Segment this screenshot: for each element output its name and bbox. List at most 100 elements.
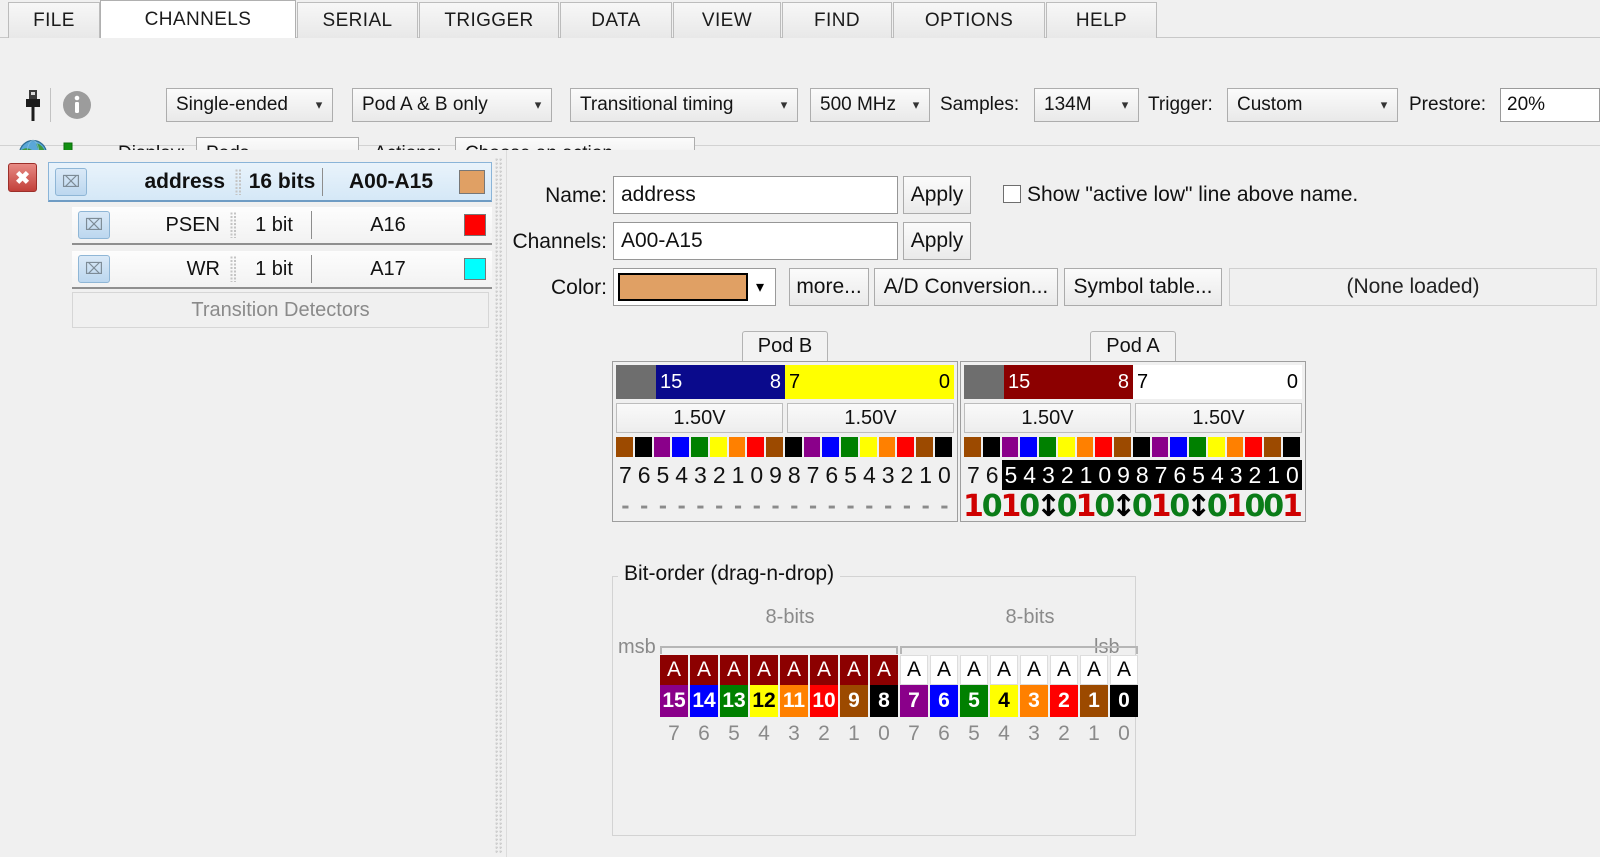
pod-channel-color-swatch[interactable]: [841, 437, 858, 457]
pod-channel-color-swatch[interactable]: [1114, 437, 1131, 457]
channel-color-swatch[interactable]: [464, 258, 486, 280]
bit-order-cell[interactable]: A 10: [810, 655, 838, 717]
bit-order-cell[interactable]: A2: [1050, 655, 1078, 717]
tab-channels[interactable]: CHANNELS: [100, 0, 296, 38]
pod-channel-color-swatch[interactable]: [859, 437, 877, 457]
tab-serial[interactable]: SERIAL: [297, 2, 418, 38]
drag-grip-icon[interactable]: [235, 168, 242, 195]
bit-order-cell[interactable]: A 11: [780, 655, 808, 717]
pods-select[interactable]: Pod A & B only ▾: [352, 88, 552, 122]
bit-order-cell[interactable]: A 14: [690, 655, 718, 717]
channel-row-wr[interactable]: ⌧ WR 1 bit A17: [72, 251, 492, 289]
tab-file[interactable]: FILE: [8, 2, 100, 38]
pod-segment-high-pod-a[interactable]: 15 8: [1004, 365, 1133, 399]
bit-order-cell[interactable]: A8: [870, 655, 898, 717]
pod-voltage-low-pod-a[interactable]: 1.50V: [1135, 403, 1302, 433]
bit-order-cell[interactable]: A0: [1110, 655, 1138, 717]
tab-help[interactable]: HELP: [1046, 2, 1157, 38]
sample-rate-select[interactable]: 500 MHz ▾: [810, 88, 930, 122]
transition-detectors-row[interactable]: Transition Detectors: [72, 292, 489, 328]
channel-color-swatch[interactable]: [459, 169, 485, 194]
tab-view[interactable]: VIEW: [673, 2, 781, 38]
pod-channel-color-swatch[interactable]: [1189, 437, 1206, 457]
pod-channel-color-swatch[interactable]: [1170, 437, 1188, 457]
close-icon[interactable]: ✖: [8, 163, 37, 192]
pod-channel-color-swatch[interactable]: [672, 437, 690, 457]
pod-channel-color-swatch[interactable]: [709, 437, 727, 457]
usb-icon[interactable]: [22, 89, 44, 128]
bit-order-cell[interactable]: A4: [990, 655, 1018, 717]
drag-grip-icon[interactable]: [230, 256, 237, 282]
pod-channel-color-swatch[interactable]: [616, 437, 633, 457]
pod-channel-color-swatch[interactable]: [878, 437, 896, 457]
tab-options[interactable]: OPTIONS: [893, 2, 1045, 38]
panel-splitter[interactable]: [492, 150, 506, 857]
channels-apply-button[interactable]: Apply: [903, 222, 971, 260]
tab-trigger[interactable]: TRIGGER: [419, 2, 559, 38]
pod-channel-color-swatch[interactable]: [766, 437, 783, 457]
name-apply-button[interactable]: Apply: [903, 176, 971, 214]
pod-voltage-high-pod-b[interactable]: 1.50V: [616, 403, 783, 433]
pod-channel-color-swatch[interactable]: [897, 437, 915, 457]
pod-channel-color-swatch[interactable]: [691, 437, 708, 457]
pod-channel-color-swatch[interactable]: [916, 437, 934, 457]
pod-channel-color-swatch[interactable]: [1207, 437, 1225, 457]
pod-segment-low-pod-b[interactable]: 70: [785, 365, 954, 399]
bit-order-cell[interactable]: A7: [900, 655, 928, 717]
pod-channel-color-swatch[interactable]: [1095, 437, 1113, 457]
pod-tab-pod-a[interactable]: Pod A: [1090, 331, 1176, 361]
pod-channel-color-swatch[interactable]: [728, 437, 746, 457]
info-icon[interactable]: [62, 90, 92, 125]
tab-data[interactable]: DATA: [560, 2, 672, 38]
pod-channel-color-swatch[interactable]: [784, 437, 802, 457]
pod-channel-color-swatch[interactable]: [1245, 437, 1263, 457]
bit-order-cell[interactable]: A6: [930, 655, 958, 717]
bit-order-cell[interactable]: A 13: [720, 655, 748, 717]
pod-segment-high-pod-b[interactable]: 15 8: [656, 365, 785, 399]
prestore-input[interactable]: 20%: [1500, 88, 1600, 122]
pod-channel-color-swatch[interactable]: [1132, 437, 1150, 457]
pod-voltage-high-pod-a[interactable]: 1.50V: [964, 403, 1131, 433]
pod-channel-color-swatch[interactable]: [1057, 437, 1075, 457]
pod-channel-color-swatch[interactable]: [1151, 437, 1169, 457]
bit-order-cell[interactable]: A1: [1080, 655, 1108, 717]
pod-channel-color-swatch[interactable]: [822, 437, 840, 457]
pod-channel-color-swatch[interactable]: [1283, 437, 1300, 457]
channels-input[interactable]: A00-A15: [613, 222, 898, 260]
channel-row-address[interactable]: ⌧ address 16 bits A00-A15: [48, 162, 492, 202]
pod-channel-color-swatch[interactable]: [935, 437, 952, 457]
drag-grip-icon[interactable]: [230, 212, 237, 238]
trigger-select[interactable]: Custom ▾: [1227, 88, 1398, 122]
pod-channel-color-swatch[interactable]: [803, 437, 821, 457]
samples-select[interactable]: 134M ▾: [1034, 88, 1139, 122]
bit-order-cell[interactable]: A5: [960, 655, 988, 717]
pod-channel-color-swatch[interactable]: [653, 437, 671, 457]
pod-channel-color-swatch[interactable]: [1001, 437, 1019, 457]
pod-channel-color-swatch[interactable]: [1039, 437, 1056, 457]
more-colors-button[interactable]: more...: [789, 268, 869, 306]
pod-tab-pod-b[interactable]: Pod B: [742, 331, 828, 361]
channel-enable-icon[interactable]: ⌧: [55, 167, 87, 196]
active-low-checkbox[interactable]: [1003, 185, 1021, 203]
color-select[interactable]: ▾: [613, 268, 776, 306]
bit-order-cell[interactable]: A 15: [660, 655, 688, 717]
pod-channel-color-swatch[interactable]: [1226, 437, 1244, 457]
pod-segment-low-pod-a[interactable]: 70: [1133, 365, 1302, 399]
channel-enable-icon[interactable]: ⌧: [78, 255, 110, 283]
bit-order-cell[interactable]: A 12: [750, 655, 778, 717]
pod-voltage-low-pod-b[interactable]: 1.50V: [787, 403, 954, 433]
pod-channel-color-swatch[interactable]: [747, 437, 765, 457]
channel-row-psen[interactable]: ⌧ PSEN 1 bit A16: [72, 207, 492, 245]
symbol-table-button[interactable]: Symbol table...: [1064, 268, 1222, 306]
timing-select[interactable]: Transitional timing ▾: [570, 88, 798, 122]
channel-color-swatch[interactable]: [464, 214, 486, 236]
tab-find[interactable]: FIND: [782, 2, 892, 38]
pod-channel-color-swatch[interactable]: [982, 437, 1000, 457]
pod-channel-color-swatch[interactable]: [634, 437, 652, 457]
pod-channel-color-swatch[interactable]: [1020, 437, 1038, 457]
channel-enable-icon[interactable]: ⌧: [78, 211, 110, 239]
name-input[interactable]: address: [613, 176, 898, 214]
bit-order-cell[interactable]: A9: [840, 655, 868, 717]
pod-channel-color-swatch[interactable]: [1076, 437, 1094, 457]
mode-select[interactable]: Single-ended ▾: [166, 88, 333, 122]
